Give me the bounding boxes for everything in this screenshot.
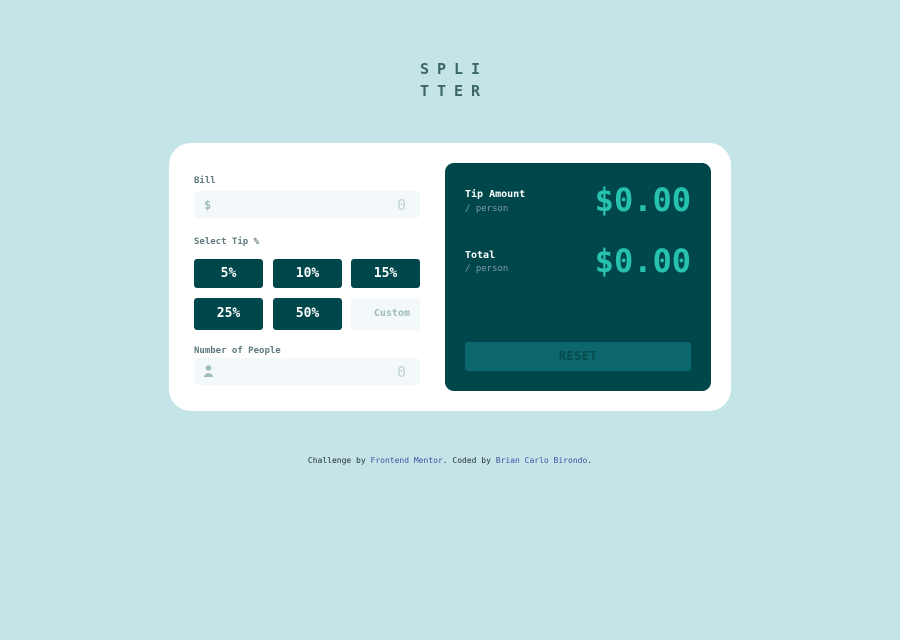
attribution: Challenge by Frontend Mentor. Coded by B…	[0, 456, 900, 465]
app-logo: SPLI TTER	[0, 58, 900, 102]
results-panel: Tip Amount / person $0.00 Total / person…	[445, 163, 711, 391]
total-value: $0.00	[594, 242, 691, 280]
total-sub: / person	[465, 264, 509, 274]
bill-input[interactable]: $ 0	[194, 191, 420, 218]
tip-button-25[interactable]: 25%	[194, 298, 263, 330]
people-input[interactable]: 0	[194, 358, 420, 385]
custom-tip-input[interactable]: Custom	[351, 298, 420, 330]
tip-button-50[interactable]: 50%	[273, 298, 342, 330]
tip-button-5[interactable]: 5%	[194, 259, 263, 288]
tip-amount-value: $0.00	[594, 181, 691, 219]
attribution-middle: . Coded by	[442, 456, 496, 465]
people-label: Number of People	[194, 346, 281, 356]
reset-button[interactable]: RESET	[465, 342, 691, 371]
tip-amount-sub: / person	[465, 204, 509, 214]
dollar-icon: $	[204, 198, 212, 212]
tip-button-10[interactable]: 10%	[273, 259, 342, 288]
person-icon	[204, 365, 213, 377]
frontend-mentor-link[interactable]: Frontend Mentor	[371, 456, 443, 465]
bill-value: 0	[396, 196, 406, 214]
attribution-prefix: Challenge by	[307, 456, 371, 465]
logo-line-1: SPLI	[419, 60, 489, 78]
tip-amount-label: Tip Amount	[465, 189, 526, 200]
total-label: Total	[465, 250, 496, 261]
people-value: 0	[396, 363, 406, 381]
tip-button-15[interactable]: 15%	[351, 259, 420, 288]
bill-label: Bill	[194, 176, 216, 186]
calculator-card: Bill $ 0 Select Tip % 5% 10% 15% 25% 50%…	[169, 143, 731, 411]
tip-label: Select Tip %	[194, 237, 260, 247]
attribution-suffix: .	[587, 456, 593, 465]
logo-line-2: TTER	[419, 82, 489, 100]
author-link[interactable]: Brian Carlo Birondo	[496, 456, 588, 465]
